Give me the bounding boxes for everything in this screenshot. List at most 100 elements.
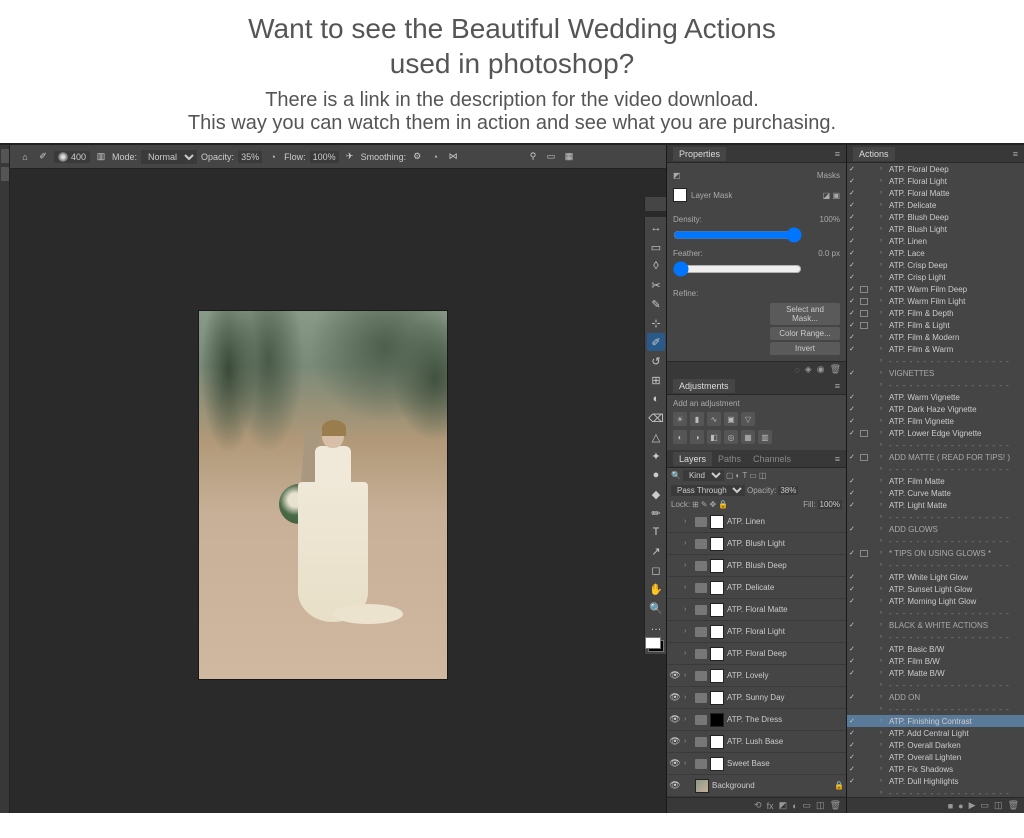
- check-icon[interactable]: ✓: [849, 177, 857, 185]
- adjustments-tab[interactable]: Adjustments: [673, 379, 735, 393]
- action-item[interactable]: ✓›ATP. Film & Modern: [847, 331, 1024, 343]
- new-layer-icon[interactable]: ◫: [816, 800, 825, 811]
- action-item[interactable]: ✓›ATP. Floral Matte: [847, 187, 1024, 199]
- opacity-value[interactable]: 35%: [238, 151, 262, 163]
- visibility-toggle-icon[interactable]: 👁: [669, 758, 681, 769]
- check-icon[interactable]: ✓: [849, 321, 857, 329]
- check-icon[interactable]: ✓: [849, 429, 857, 437]
- workspace-icon[interactable]: ▦: [562, 150, 576, 164]
- tool-button[interactable]: ▭: [647, 238, 665, 256]
- action-item[interactable]: ✓›ATP. Crisp Deep: [847, 259, 1024, 271]
- layer-mask-thumb[interactable]: [710, 713, 724, 727]
- hue-sat-icon[interactable]: ◐: [673, 430, 687, 444]
- dialog-toggle-icon[interactable]: [860, 454, 868, 461]
- lock-pixels-icon[interactable]: ✎: [701, 500, 708, 509]
- brush-size-picker[interactable]: 400: [54, 151, 90, 163]
- layer-row[interactable]: 👁›ATP. The Dress: [667, 709, 846, 731]
- action-group[interactable]: ✓›ADD GLOWS: [847, 523, 1024, 535]
- action-item[interactable]: ✓›ATP. Fix Shadows: [847, 763, 1024, 775]
- add-mask-icon[interactable]: ◩: [779, 800, 788, 811]
- visibility-toggle-icon[interactable]: 👁: [669, 736, 681, 747]
- layer-mask-thumb[interactable]: [710, 537, 724, 551]
- action-group[interactable]: ✓›ADD MATTE ( READ FOR TIPS! ): [847, 451, 1024, 463]
- tool-button[interactable]: ✏: [647, 504, 665, 522]
- feather-slider[interactable]: [673, 261, 802, 277]
- flow-value[interactable]: 100%: [310, 151, 339, 163]
- action-item[interactable]: ✓›ATP. Warm Film Light: [847, 295, 1024, 307]
- check-icon[interactable]: ✓: [849, 189, 857, 197]
- levels-icon[interactable]: ▮: [690, 412, 704, 426]
- new-adjustment-icon[interactable]: ◐: [792, 801, 797, 811]
- check-icon[interactable]: ✓: [849, 237, 857, 245]
- action-group[interactable]: ✓›VIGNETTES: [847, 367, 1024, 379]
- photo-filter-icon[interactable]: ◎: [724, 430, 738, 444]
- action-item[interactable]: ✓›ATP. Floral Light: [847, 175, 1024, 187]
- action-item[interactable]: ✓›ATP. Blush Deep: [847, 211, 1024, 223]
- filter-smart-icon[interactable]: ◫: [759, 471, 767, 480]
- new-set-icon[interactable]: ▭: [981, 800, 990, 811]
- delete-action-icon[interactable]: 🗑: [1008, 800, 1019, 811]
- background-layer[interactable]: 👁Background🔒: [667, 775, 846, 797]
- layer-opacity-value[interactable]: 38%: [778, 486, 798, 495]
- tool-button[interactable]: ✦: [647, 447, 665, 465]
- new-group-icon[interactable]: ▭: [803, 800, 812, 811]
- dialog-toggle-icon[interactable]: [860, 322, 868, 329]
- action-item[interactable]: ✓›ATP. Crisp Light: [847, 271, 1024, 283]
- actions-tab[interactable]: Actions: [853, 147, 895, 161]
- layer-row[interactable]: ›ATP. Linen: [667, 511, 846, 533]
- tool-button[interactable]: T: [647, 523, 665, 541]
- panel-menu-icon[interactable]: ≡: [835, 381, 840, 391]
- check-icon[interactable]: ✓: [849, 717, 857, 725]
- action-item[interactable]: ✓›ATP. Film & Depth: [847, 307, 1024, 319]
- lock-transparency-icon[interactable]: ⊞: [692, 500, 699, 509]
- channel-mixer-icon[interactable]: ▦: [741, 430, 755, 444]
- check-icon[interactable]: ✓: [849, 669, 857, 677]
- action-item[interactable]: ✓›ATP. Dull Highlights: [847, 775, 1024, 787]
- curves-icon[interactable]: ∿: [707, 412, 721, 426]
- check-icon[interactable]: ✓: [849, 477, 857, 485]
- density-slider[interactable]: [673, 227, 802, 243]
- feather-value[interactable]: 0.0 px: [818, 249, 840, 258]
- action-item[interactable]: ✓›ATP. Film & Warm: [847, 343, 1024, 355]
- action-item[interactable]: ✓›ATP. White Light Glow: [847, 571, 1024, 583]
- check-icon[interactable]: ✓: [849, 285, 857, 293]
- check-icon[interactable]: ✓: [849, 165, 857, 173]
- visibility-toggle-icon[interactable]: 👁: [669, 780, 681, 791]
- action-item[interactable]: ✓›ATP. Film & Light: [847, 319, 1024, 331]
- apply-mask-icon[interactable]: ◈: [805, 364, 812, 375]
- layer-mask-thumb[interactable]: [673, 188, 687, 202]
- tool-button[interactable]: ⊹: [647, 314, 665, 332]
- gear-icon[interactable]: ⚙: [410, 150, 424, 164]
- filter-adj-icon[interactable]: ◐: [736, 471, 741, 480]
- delete-layer-icon[interactable]: 🗑: [830, 800, 841, 811]
- check-icon[interactable]: ✓: [849, 393, 857, 401]
- layer-row[interactable]: 👁›ATP. Lush Base: [667, 731, 846, 753]
- tool-button[interactable]: ⊞: [647, 371, 665, 389]
- filter-pixel-icon[interactable]: ▢: [726, 471, 734, 480]
- action-item[interactable]: ✓›ATP. Film Vignette: [847, 415, 1024, 427]
- check-icon[interactable]: ✓: [849, 549, 857, 557]
- lock-all-icon[interactable]: 🔒: [718, 500, 728, 509]
- check-icon[interactable]: ✓: [849, 333, 857, 341]
- layer-mask-thumb[interactable]: [710, 735, 724, 749]
- tool-button[interactable]: ●: [647, 466, 665, 484]
- layer-row[interactable]: ›ATP. Floral Matte: [667, 599, 846, 621]
- tool-button[interactable]: ✐: [647, 333, 665, 351]
- action-item[interactable]: ✓›ATP. Delicate: [847, 199, 1024, 211]
- tool-preset-icon[interactable]: ✐: [36, 150, 50, 164]
- layer-row[interactable]: 👁›ATP. Sunny Day: [667, 687, 846, 709]
- check-icon[interactable]: ✓: [849, 309, 857, 317]
- action-item[interactable]: ✓›ATP. Film Matte: [847, 475, 1024, 487]
- action-item[interactable]: ✓›ATP. Matte B/W: [847, 667, 1024, 679]
- tool-button[interactable]: ◐: [647, 390, 665, 408]
- check-icon[interactable]: ✓: [849, 657, 857, 665]
- action-item[interactable]: ✓›ATP. Finishing Contrast: [847, 715, 1024, 727]
- layer-filter-select[interactable]: Kind: [683, 470, 724, 481]
- check-icon[interactable]: ✓: [849, 693, 857, 701]
- action-item[interactable]: ✓›ATP. Film B/W: [847, 655, 1024, 667]
- layer-mask-thumb[interactable]: [710, 581, 724, 595]
- check-icon[interactable]: ✓: [849, 765, 857, 773]
- ruler-tab[interactable]: [644, 197, 666, 211]
- blend-mode-select[interactable]: Normal: [141, 150, 197, 164]
- action-group[interactable]: ✓›BLACK & WHITE ACTIONS: [847, 619, 1024, 631]
